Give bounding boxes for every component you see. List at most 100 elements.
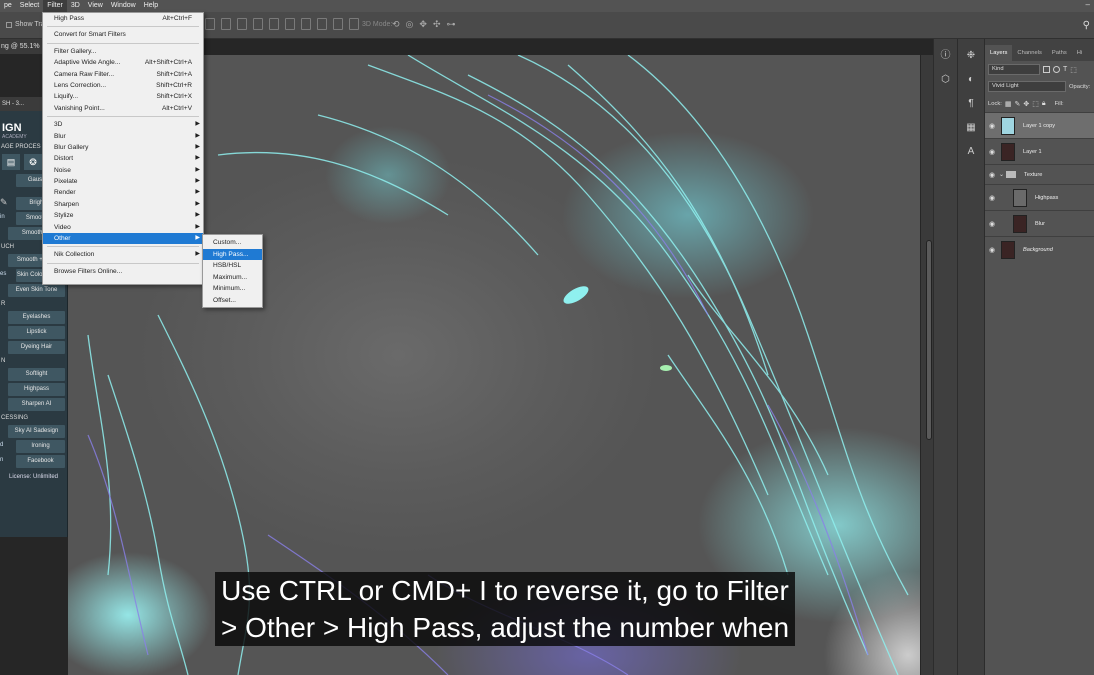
facebook-button[interactable]: Facebook [16, 455, 65, 468]
blend-mode-select[interactable]: Vivid Light [988, 81, 1066, 92]
tab-paths[interactable]: Paths [1047, 45, 1072, 61]
filter-type-icon[interactable]: T [1063, 66, 1067, 73]
paragraph-icon[interactable]: ¶ [964, 97, 978, 111]
menu-item-convert-smart[interactable]: Convert for Smart Filters [43, 29, 203, 40]
align-icon[interactable] [301, 18, 311, 30]
file-icon[interactable]: ▤ [2, 154, 20, 170]
scale-icon[interactable]: ⊶ [447, 19, 456, 30]
lock-move-icon[interactable]: ✥ [1023, 100, 1029, 108]
menu-item-other[interactable]: Other ▶ [43, 233, 203, 245]
dyeing-hair-button[interactable]: Dyeing Hair [8, 341, 65, 354]
even-skin-tone-button[interactable]: Even Skin Tone [8, 284, 65, 297]
eye-icon[interactable]: ◉ [985, 148, 999, 156]
orbit-icon[interactable]: ⟲ [392, 19, 400, 30]
menu-view[interactable]: View [84, 0, 107, 12]
minimize-icon[interactable]: – [1086, 0, 1090, 9]
filter-pixel-icon[interactable] [1043, 66, 1050, 73]
eyelashes-button[interactable]: Eyelashes [8, 311, 65, 324]
menu-item-distort[interactable]: Distort ▶ [43, 153, 203, 164]
menu-item-pixelate[interactable]: Pixelate ▶ [43, 176, 203, 187]
circles-icon[interactable]: ❂ [24, 154, 42, 170]
menu-filter[interactable]: Filter [43, 0, 67, 12]
menu-item-3d[interactable]: 3D ▶ [43, 119, 203, 130]
menu-window[interactable]: Window [107, 0, 140, 12]
menu-item-camera-raw[interactable]: Camera Raw Filter... Shift+Ctrl+A [43, 69, 203, 80]
brush-settings-icon[interactable]: ❉ [964, 49, 978, 63]
lipstick-button[interactable]: Lipstick [8, 326, 65, 339]
ironing-button[interactable]: Ironing [16, 440, 65, 453]
menu-type[interactable]: pe [0, 0, 16, 12]
submenu-item-custom[interactable]: Custom... [203, 237, 262, 249]
align-icon[interactable] [317, 18, 327, 30]
menu-item-last-filter[interactable]: High Pass Alt+Ctrl+F [43, 13, 203, 24]
tab-history[interactable]: Hi [1072, 45, 1087, 61]
menu-item-liquify[interactable]: Liquify... Shift+Ctrl+X [43, 91, 203, 102]
align-icon[interactable] [285, 18, 295, 30]
sharpen-ai-button[interactable]: Sharpen AI [8, 398, 65, 411]
sky-ai-button[interactable]: Sky AI Sadesign [8, 425, 65, 438]
adjustments-icon[interactable]: ◐ [964, 73, 978, 87]
layer-row[interactable]: ◉ Layer 1 [985, 138, 1094, 164]
filter-adjustment-icon[interactable] [1053, 66, 1060, 73]
layer-row[interactable]: ◉ Background [985, 236, 1094, 262]
eye-icon[interactable]: ◉ [985, 194, 999, 202]
menu-item-render[interactable]: Render ▶ [43, 187, 203, 198]
menu-item-video[interactable]: Video ▶ [43, 222, 203, 233]
layer-group-row[interactable]: ◉ ⌄ Texture [985, 164, 1094, 184]
3d-cube-icon[interactable]: ⬡ [939, 73, 953, 87]
roll-icon[interactable]: ◎ [406, 19, 414, 30]
tab-channels[interactable]: Channels [1012, 45, 1047, 61]
scrollbar-thumb[interactable] [926, 240, 932, 440]
menu-help[interactable]: Help [140, 0, 162, 12]
eye-icon[interactable]: ◉ [985, 171, 999, 179]
eye-icon[interactable]: ◉ [985, 246, 999, 254]
info-icon[interactable]: ⓘ [939, 49, 953, 63]
align-icon[interactable] [221, 18, 231, 30]
slide-icon[interactable]: ✣ [433, 19, 441, 30]
softlight-button[interactable]: Softlight [8, 368, 65, 381]
pencil-icon[interactable]: ✎ [0, 195, 14, 210]
menu-item-vanishing-point[interactable]: Vanishing Point... Alt+Ctrl+V [43, 103, 203, 114]
menu-3d[interactable]: 3D [67, 0, 84, 12]
lock-paint-icon[interactable]: ✎ [1014, 100, 1020, 108]
align-icon[interactable] [269, 18, 279, 30]
menu-item-adaptive-wide[interactable]: Adaptive Wide Angle... Alt+Shift+Ctrl+A [43, 57, 203, 68]
align-icon[interactable] [237, 18, 247, 30]
menu-item-lens-correction[interactable]: Lens Correction... Shift+Ctrl+R [43, 80, 203, 91]
align-icon[interactable] [205, 18, 215, 30]
menu-item-blur-gallery[interactable]: Blur Gallery ▶ [43, 142, 203, 153]
filter-shape-icon[interactable]: ⬚ [1070, 66, 1077, 74]
submenu-item-maximum[interactable]: Maximum... [203, 272, 262, 284]
search-icon[interactable]: ⚲ [1083, 20, 1090, 31]
chevron-down-icon[interactable]: ⌄ [999, 171, 1004, 178]
lock-all-icon[interactable]: 🔒︎ [1042, 100, 1046, 108]
align-icon[interactable] [333, 18, 343, 30]
submenu-item-hsb-hsl[interactable]: HSB/HSL [203, 260, 262, 272]
lock-artboard-icon[interactable]: ⬚ [1032, 100, 1039, 108]
eye-icon[interactable]: ◉ [985, 220, 999, 228]
submenu-item-high-pass[interactable]: High Pass... [203, 248, 262, 261]
properties-icon[interactable]: ▦ [964, 121, 978, 135]
menu-item-browse-filters[interactable]: Browse Filters Online... [43, 266, 203, 277]
highpass-button[interactable]: Highpass [8, 383, 65, 396]
submenu-item-offset[interactable]: Offset... [203, 295, 262, 307]
eye-icon[interactable]: ◉ [985, 122, 999, 130]
menu-item-stylize[interactable]: Stylize ▶ [43, 210, 203, 221]
tab-layers[interactable]: Layers [985, 45, 1013, 61]
menu-item-blur[interactable]: Blur ▶ [43, 131, 203, 142]
menu-select[interactable]: Select [16, 0, 43, 12]
pan-icon[interactable]: ✥ [419, 19, 427, 30]
menu-item-noise[interactable]: Noise ▶ [43, 165, 203, 176]
menu-item-filter-gallery[interactable]: Filter Gallery... [43, 46, 203, 57]
kind-select[interactable]: Kind [988, 64, 1040, 75]
layer-row[interactable]: ◉ Blur [985, 210, 1094, 236]
character-icon[interactable]: A [964, 145, 978, 159]
layer-row[interactable]: ◉ Highpass [985, 184, 1094, 210]
menu-item-sharpen[interactable]: Sharpen ▶ [43, 199, 203, 210]
align-icon[interactable] [349, 18, 359, 30]
layer-row[interactable]: ◉ Layer 1 copy [985, 112, 1094, 138]
menu-item-nik-collection[interactable]: Nik Collection ▶ [43, 249, 203, 260]
align-icon[interactable] [253, 18, 263, 30]
lock-transparent-icon[interactable]: ▦ [1005, 100, 1012, 108]
submenu-item-minimum[interactable]: Minimum... [203, 283, 262, 295]
